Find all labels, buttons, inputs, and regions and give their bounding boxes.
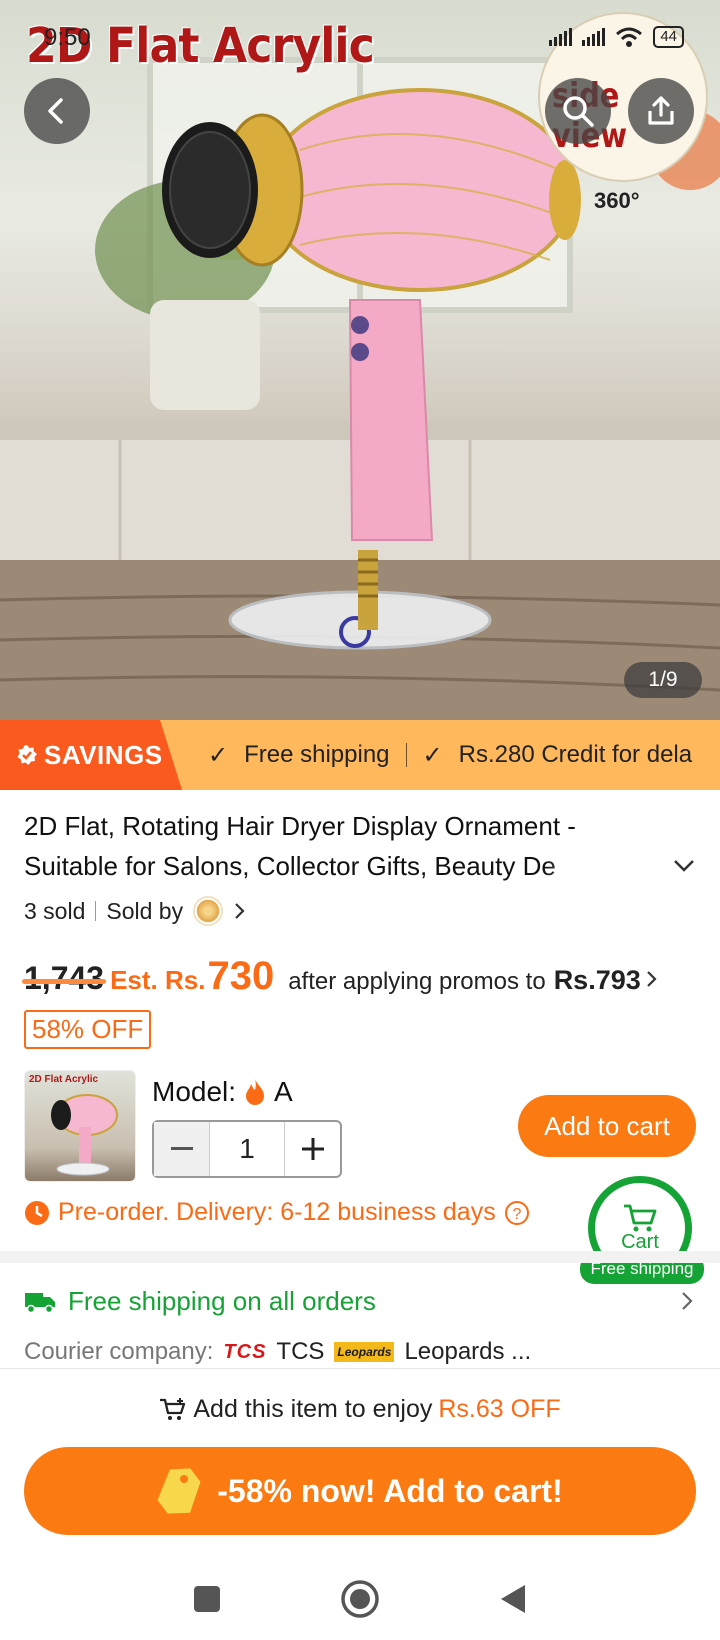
discount-badge: 58% OFF (24, 1010, 152, 1049)
estimated-price-prefix: Est. Rs. (110, 965, 206, 995)
svg-text:?: ? (512, 1206, 521, 1223)
seller-avatar[interactable] (193, 896, 224, 926)
chevron-right-icon[interactable] (680, 1290, 694, 1312)
divider (95, 901, 97, 921)
section-divider (0, 1251, 720, 1263)
product-page: 2D Flat Acrylic side view 360° 9:50 44 (0, 0, 720, 1640)
preorder-delivery: Pre-order. Delivery: 6-12 business days … (24, 1198, 530, 1227)
courier-label: Courier company: (24, 1338, 214, 1365)
chevron-right-icon[interactable] (233, 901, 247, 921)
plus-icon (301, 1138, 324, 1160)
original-price: 1,743 (21, 960, 107, 996)
rotate-360-badge: 360° (594, 188, 640, 213)
model-thumbnail[interactable]: 2D Flat Acrylic (24, 1070, 136, 1182)
thumb-image (51, 1094, 118, 1176)
savings-label: SAVINGS (44, 739, 163, 770)
wifi-icon (616, 27, 643, 47)
promo-text: after applying promos to (288, 968, 546, 995)
price-row[interactable]: 1,743 Est. Rs. 730 after applying promos… (21, 954, 659, 999)
primary-add-to-cart-button[interactable]: -58% now! Add to cart! (24, 1447, 696, 1535)
check-icon: ✓ (422, 741, 443, 769)
chevron-right-icon (646, 971, 657, 987)
signal-icon (549, 28, 573, 46)
promo-price: Rs.793 (553, 965, 641, 995)
battery-icon: 44 (653, 26, 684, 48)
flame-icon (246, 1079, 265, 1105)
decrease-quantity-button[interactable] (154, 1122, 210, 1176)
search-button[interactable] (545, 78, 611, 144)
sold-by-label: Sold by (106, 897, 184, 924)
cta-label: -58% now! Add to cart! (217, 1472, 563, 1509)
product-image-carousel[interactable]: 2D Flat Acrylic side view 360° 9:50 44 (0, 0, 720, 720)
estimated-price: 730 (207, 954, 275, 998)
product-info: 2D Flat, Rotating Hair Dryer Display Orn… (24, 806, 696, 886)
sold-row: 3 sold Sold by (24, 896, 247, 926)
back-button[interactable] (24, 78, 90, 144)
model-value: A (274, 1076, 293, 1107)
search-icon (563, 96, 594, 127)
preorder-text: Pre-order. Delivery: 6-12 business days (58, 1198, 496, 1226)
help-icon[interactable]: ? (504, 1200, 530, 1226)
increase-quantity-button[interactable] (284, 1122, 340, 1176)
thumb-title: 2D Flat Acrylic (29, 1074, 99, 1085)
minus-icon (170, 1147, 193, 1150)
quantity-value[interactable]: 1 (210, 1133, 284, 1165)
leopards-logo: Leopards (334, 1342, 395, 1362)
savings-item-credit: Rs.280 Credit for dela (458, 741, 693, 768)
floating-cart-button[interactable]: Cart Free shipping (580, 1176, 720, 1306)
divider (405, 743, 407, 767)
truck-icon (25, 1292, 55, 1313)
courier-leopards: Leopards ... (404, 1338, 532, 1365)
savings-item-free-shipping: Free shipping (244, 741, 390, 768)
model-selector[interactable]: Model: A (152, 1076, 293, 1108)
chevron-left-icon (48, 98, 63, 124)
enjoy-text: Add this item to enjoy (193, 1395, 433, 1423)
savings-bar[interactable]: SAVINGS ✓ Free shipping ✓ Rs.280 Credit … (0, 720, 720, 790)
back-triangle-icon[interactable] (498, 1583, 528, 1615)
cart-plus-icon (160, 1397, 186, 1420)
savings-badge-icon (17, 745, 37, 765)
clock-icon (25, 1200, 49, 1225)
model-label: Model: (152, 1076, 237, 1107)
recents-icon[interactable] (192, 1584, 222, 1614)
home-icon[interactable] (340, 1579, 380, 1619)
savings-tag: SAVINGS (0, 720, 182, 790)
cart-icon (624, 1204, 657, 1231)
share-icon (648, 96, 674, 125)
chevron-down-icon[interactable] (672, 858, 696, 874)
quantity-stepper[interactable]: 1 (152, 1120, 342, 1178)
system-nav-bar (0, 1557, 720, 1640)
status-time: 9:50 (44, 24, 91, 51)
free-shipping-row[interactable]: Free shipping on all orders (24, 1286, 376, 1317)
courier-tcs: TCS (276, 1338, 325, 1365)
check-icon: ✓ (208, 741, 229, 769)
courier-row: Courier company: TCS TCS Leopards Leopar… (24, 1338, 531, 1366)
bottom-action-bar: Add this item to enjoy Rs.63 OFF -58% no… (0, 1368, 720, 1640)
image-pager: 1/9 (624, 662, 702, 698)
signal-icon-2 (582, 28, 606, 46)
free-shipping-text: Free shipping on all orders (68, 1286, 376, 1316)
add-to-cart-button[interactable]: Add to cart (518, 1095, 696, 1157)
tcs-logo: TCS (223, 1340, 267, 1363)
enjoy-amount: Rs.63 OFF (438, 1395, 561, 1423)
sold-count: 3 sold (24, 897, 86, 924)
share-button[interactable] (628, 78, 694, 144)
status-bar: 9:50 44 (0, 0, 720, 70)
add-item-promo: Add this item to enjoy Rs.63 OFF (0, 1395, 720, 1424)
price-tag-icon (157, 1468, 201, 1514)
